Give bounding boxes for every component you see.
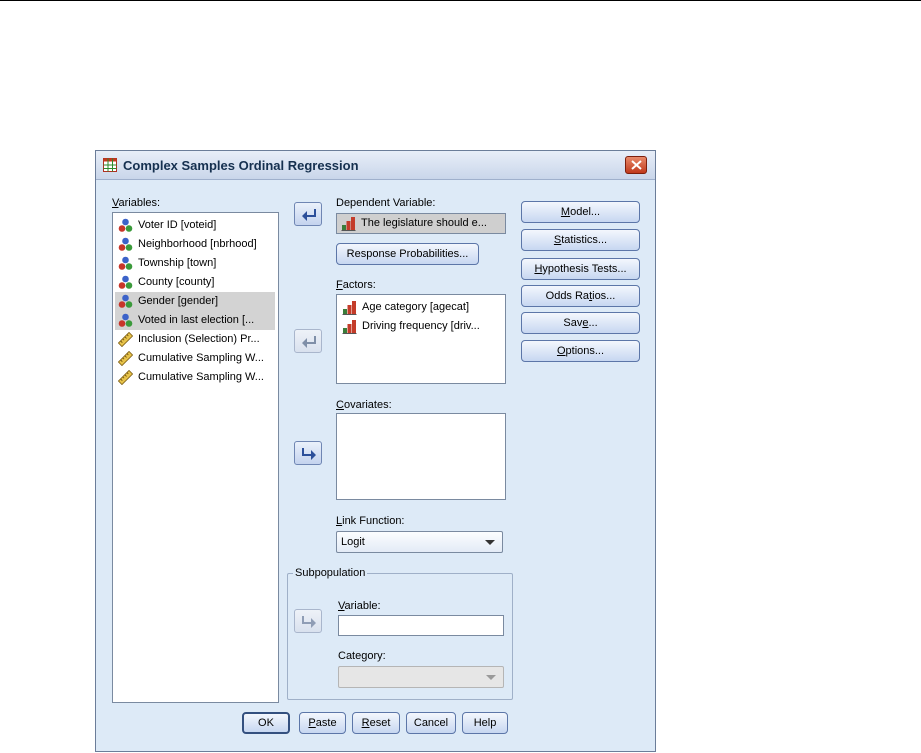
list-item[interactable]: Cumulative Sampling W... [115,349,275,368]
variables-listbox[interactable]: Voter ID [voteid] Neighborhood [nbrhood] T… [112,212,279,703]
covariates-label: Covariates: [336,399,392,411]
factors-listbox[interactable]: Age category [agecat] Driving frequency [… [336,294,506,384]
link-function-label: Link Function: [336,515,405,527]
subpopulation-category-label: Category: [338,650,386,662]
list-item[interactable]: Cumulative Sampling W... [115,368,275,387]
move-to-factors-button[interactable] [294,329,322,353]
subpopulation-variable-field[interactable] [338,615,504,636]
list-item-label: County [county] [138,276,215,288]
list-item[interactable]: Voter ID [voteid] [115,216,275,235]
ok-button[interactable]: OK [242,712,290,734]
close-button[interactable] [625,156,647,174]
cancel-button[interactable]: Cancel [406,712,456,734]
model-button[interactable]: Model... [521,201,640,223]
scale-icon [118,370,133,385]
top-border-line [0,0,921,1]
response-probabilities-button[interactable]: Response Probabilities... [336,243,479,265]
statistics-button[interactable]: Statistics... [521,229,640,251]
dependent-variable-field[interactable]: The legislature should e... [336,213,506,234]
list-item[interactable]: Gender [gender] [115,292,275,311]
save-button[interactable]: Save... [521,312,640,334]
link-function-dropdown[interactable]: Logit [336,531,503,553]
list-item-label: Voter ID [voteid] [138,219,217,231]
list-item-label: Township [town] [138,257,217,269]
list-item-label: Neighborhood [nbrhood] [138,238,257,250]
paste-button[interactable]: Paste [299,712,346,734]
chevron-down-icon [486,675,496,680]
link-function-value: Logit [341,536,365,548]
list-item-label: Cumulative Sampling W... [138,371,264,383]
scale-icon [118,332,133,347]
arrow-left-icon [302,209,316,221]
close-icon [631,160,642,170]
dependent-variable-value: The legislature should e... [361,217,487,229]
list-item-label: Voted in last election [... [138,314,255,326]
list-item[interactable]: Voted in last election [... [115,311,275,330]
variables-label: Variables: [112,197,161,209]
dialog-title: Complex Samples Ordinal Regression [123,158,359,173]
covariates-listbox[interactable] [336,413,506,500]
subpopulation-title: Subpopulation [293,567,368,579]
nominal-icon [118,237,133,251]
hypothesis-tests-button[interactable]: Hypothesis Tests... [521,258,640,280]
subpopulation-category-dropdown[interactable] [338,666,504,688]
list-item[interactable]: Driving frequency [driv... [339,317,499,336]
ordinal-icon [342,320,357,334]
nominal-icon [118,256,133,270]
list-item[interactable]: Neighborhood [nbrhood] [115,235,275,254]
arrow-right-icon [302,448,316,460]
list-item[interactable]: Inclusion (Selection) Pr... [115,330,275,349]
ordinal-icon [341,217,356,231]
help-button[interactable]: Help [462,712,508,734]
nominal-icon [118,294,133,308]
list-item[interactable]: Township [town] [115,254,275,273]
nominal-icon [118,218,133,232]
move-to-dependent-button[interactable] [294,202,322,226]
list-item-label: Gender [gender] [138,295,219,307]
dependent-variable-label: Dependent Variable: [336,197,436,209]
list-item-label: Age category [agecat] [362,301,470,313]
arrow-left-icon [302,336,316,348]
nominal-icon [118,275,133,289]
odds-ratios-button[interactable]: Odds Ratios... [521,285,640,307]
list-item[interactable]: Age category [agecat] [339,298,499,317]
options-button[interactable]: Options... [521,340,640,362]
list-item-label: Driving frequency [driv... [362,320,480,332]
ordinal-icon [342,301,357,315]
table-grid-icon [103,158,117,172]
list-item-label: Cumulative Sampling W... [138,352,264,364]
scale-icon [118,351,133,366]
subpopulation-variable-label: Variable: [338,600,381,612]
move-to-covariates-button[interactable] [294,441,322,465]
title-bar: Complex Samples Ordinal Regression [96,151,655,180]
list-item-label: Inclusion (Selection) Pr... [138,333,260,345]
list-item[interactable]: County [county] [115,273,275,292]
nominal-icon [118,313,133,327]
chevron-down-icon [485,540,495,545]
reset-button[interactable]: Reset [352,712,400,734]
factors-label: Factors: [336,279,376,291]
complex-samples-ordinal-regression-dialog: Complex Samples Ordinal Regression Varia… [95,150,656,752]
